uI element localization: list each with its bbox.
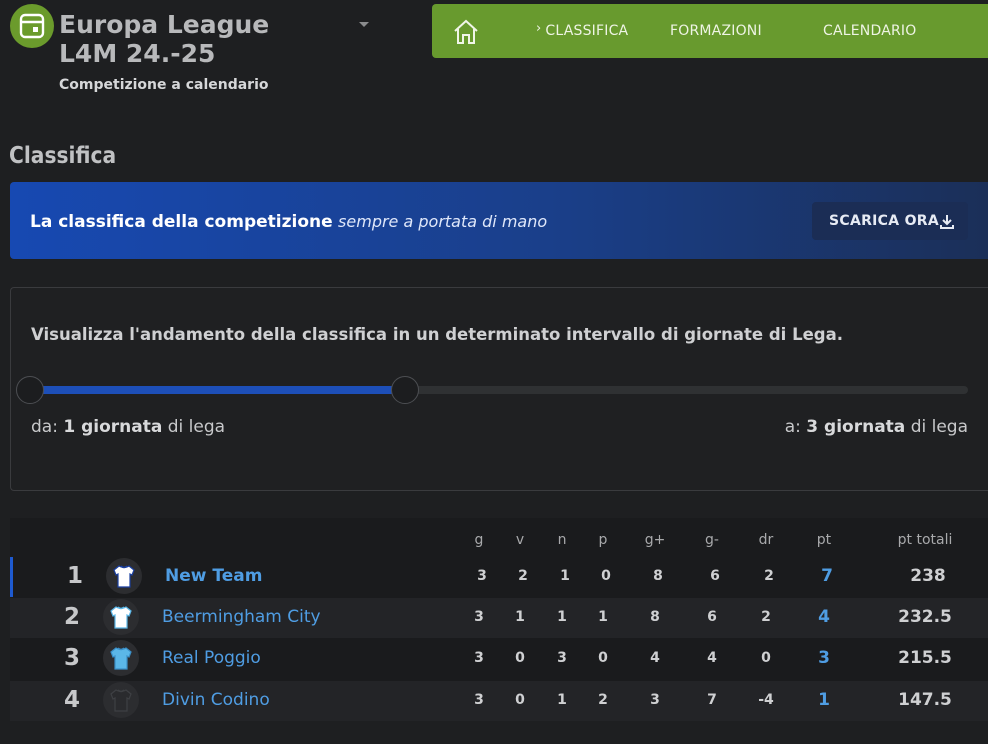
rank-cell: 2 — [63, 604, 80, 630]
promo-text-strong: La classifica della competizione — [30, 212, 333, 232]
range-slider-start-handle[interactable] — [16, 376, 44, 404]
download-now-button[interactable]: SCARICA ORA — [812, 202, 968, 240]
stat-cell-gf: 4 — [650, 650, 660, 666]
stat-cell-p: 2 — [598, 692, 608, 708]
team-jersey-avatar — [103, 682, 139, 718]
promo-text-em: sempre a portata di mano — [338, 212, 548, 231]
stat-cell-ga: 6 — [707, 609, 717, 625]
table-row[interactable]: 4 Divin Codino 3 0 1 2 3 7 -4 1 147.5 — [10, 681, 988, 721]
top-navigation: › CLASSIFICA FORMAZIONI CALENDARIO — [432, 4, 988, 58]
team-name-link[interactable]: Beermingham City — [162, 607, 321, 627]
jersey-icon — [110, 689, 132, 712]
total-points-cell: 232.5 — [898, 607, 952, 627]
jersey-icon — [110, 606, 132, 629]
stat-cell-ga: 6 — [710, 568, 720, 584]
column-header-p: p — [598, 532, 608, 548]
total-points-cell: 238 — [910, 566, 946, 586]
points-cell: 1 — [818, 690, 830, 710]
column-header-pt: pt — [816, 532, 832, 548]
rank-cell: 4 — [63, 687, 80, 713]
home-icon[interactable] — [452, 18, 480, 46]
page-title: Classifica — [9, 143, 117, 169]
column-header-ga: g- — [705, 532, 719, 548]
promo-banner: La classifica della competizione sempre … — [10, 182, 988, 259]
range-to-prefix: a: — [784, 417, 801, 437]
chevron-right-icon: › — [536, 21, 542, 36]
points-cell: 4 — [818, 607, 830, 627]
table-row[interactable]: 1 New Team 3 2 1 0 8 6 2 7 238 — [10, 557, 988, 597]
nav-tab-calendario[interactable]: CALENDARIO — [823, 23, 916, 39]
download-button-label: SCARICA ORA — [829, 213, 939, 229]
column-header-gf: g+ — [644, 532, 666, 548]
column-header-pt-totali: pt totali — [897, 532, 953, 548]
jersey-icon — [113, 565, 135, 588]
range-description: Visualizza l'andamento della classifica … — [31, 325, 843, 344]
league-title[interactable]: Europa League L4M 24.-25 — [59, 10, 319, 68]
table-row[interactable]: 2 Beermingham City 3 1 1 1 8 6 2 4 232.5 — [10, 598, 988, 638]
total-points-cell: 215.5 — [898, 648, 952, 668]
nav-tab-label: CLASSIFICA — [545, 23, 629, 39]
team-name-link[interactable]: Divin Codino — [162, 690, 270, 710]
app-logo[interactable] — [10, 4, 54, 48]
jersey-icon — [110, 647, 132, 670]
range-from-prefix: da: — [31, 417, 58, 437]
stat-cell-gf: 8 — [653, 568, 663, 584]
stat-cell-gf: 8 — [650, 609, 660, 625]
range-slider-end-handle[interactable] — [391, 376, 420, 404]
rank-cell: 1 — [66, 563, 83, 589]
standings-table: g v n p g+ g- dr pt pt totali 1 New Team 3… — [10, 518, 988, 721]
range-to-label: a: 3 giornata di lega — [785, 417, 968, 437]
team-jersey-avatar — [106, 558, 142, 594]
range-slider-fill — [30, 386, 406, 394]
team-name-link[interactable]: Real Poggio — [162, 648, 261, 668]
round-range-card: Visualizza l'andamento della classifica … — [10, 287, 988, 491]
total-points-cell: 147.5 — [898, 690, 952, 710]
league-dropdown-caret-icon[interactable] — [359, 22, 369, 27]
stat-cell-p: 0 — [601, 568, 611, 584]
column-header-dr: dr — [758, 532, 774, 548]
stat-cell-p: 1 — [598, 609, 608, 625]
points-cell: 7 — [821, 566, 833, 586]
promo-text: La classifica della competizione sempre … — [30, 212, 547, 232]
stat-cell-gf: 3 — [650, 692, 660, 708]
points-cell: 3 — [818, 648, 830, 668]
stat-cell-dr: 0 — [761, 650, 771, 666]
league-subtitle: Competizione a calendario — [59, 77, 269, 93]
stat-cell-ga: 4 — [707, 650, 717, 666]
download-icon — [940, 215, 954, 229]
stat-cell-p: 0 — [598, 650, 608, 666]
stat-cell-ga: 7 — [707, 692, 717, 708]
rank-cell: 3 — [63, 645, 80, 671]
team-jersey-avatar — [103, 599, 139, 635]
stat-cell-dr: -4 — [758, 692, 774, 708]
range-from-value: 1 giornata — [63, 417, 163, 437]
range-from-suffix: di lega — [167, 417, 226, 437]
table-row[interactable]: 3 Real Poggio 3 0 3 0 4 4 0 3 215.5 — [10, 639, 988, 679]
range-slider-track[interactable] — [16, 376, 968, 404]
nav-tab-classifica[interactable]: › CLASSIFICA — [536, 21, 629, 39]
calendar-icon — [19, 13, 45, 39]
range-to-suffix: di lega — [910, 417, 968, 437]
nav-tab-formazioni[interactable]: FORMAZIONI — [670, 23, 762, 39]
range-from-label: da: 1 giornata di lega — [31, 417, 225, 437]
stat-cell-dr: 2 — [764, 568, 774, 584]
team-jersey-avatar — [103, 640, 139, 676]
team-name-link[interactable]: New Team — [165, 566, 262, 586]
range-to-value: 3 giornata — [806, 417, 906, 437]
stat-cell-dr: 2 — [761, 609, 771, 625]
